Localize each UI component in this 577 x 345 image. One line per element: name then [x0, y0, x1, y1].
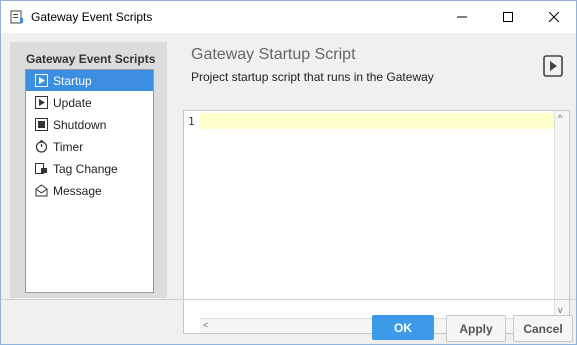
line-number: 1 — [188, 115, 195, 128]
gateway-event-scripts-window: Gateway Event Scripts Gateway Event Scri… — [0, 0, 577, 345]
close-icon — [549, 12, 559, 22]
tag-change-icon — [35, 163, 47, 174]
run-script-icon[interactable] — [543, 54, 563, 78]
minimize-icon — [457, 16, 467, 18]
app-icon — [10, 10, 23, 24]
script-type-panel: Gateway Event Scripts Startup Update Shu… — [10, 42, 167, 298]
list-item-label: Message — [53, 183, 102, 198]
script-icon — [35, 74, 48, 87]
list-item-label: Shutdown — [53, 117, 107, 132]
current-line-highlight — [200, 113, 556, 129]
timer-icon — [35, 140, 48, 153]
list-item-update[interactable]: Update — [26, 92, 153, 113]
ok-button[interactable]: OK — [372, 315, 434, 340]
script-title: Gateway Startup Script — [191, 46, 356, 63]
list-item-label: Tag Change — [53, 161, 118, 176]
maximize-icon — [503, 12, 513, 22]
list-item-label: Update — [53, 95, 92, 110]
list-item-label: Startup — [53, 73, 92, 88]
script-editor-panel: Gateway Startup Script Project startup s… — [167, 42, 572, 334]
scroll-up-icon[interactable]: ^ — [558, 113, 562, 123]
apply-button[interactable]: Apply — [446, 315, 506, 342]
cancel-button[interactable]: Cancel — [513, 315, 573, 342]
footer-divider — [1, 299, 576, 300]
title-bar: Gateway Event Scripts — [1, 1, 576, 33]
script-type-list: Startup Update Shutdown Timer Tag Change… — [25, 69, 154, 293]
vertical-scrollbar[interactable]: ^ v — [554, 111, 569, 317]
maximize-button[interactable] — [485, 1, 531, 33]
script-description: Project startup script that runs in the … — [191, 70, 434, 84]
window-title: Gateway Event Scripts — [31, 10, 153, 24]
list-item-label: Timer — [53, 139, 84, 154]
script-icon — [35, 118, 48, 131]
code-editor[interactable]: 1 ^ v < > — [183, 110, 570, 334]
list-item-message[interactable]: Message — [26, 180, 153, 201]
minimize-button[interactable] — [439, 1, 485, 33]
message-icon — [35, 184, 48, 197]
close-button[interactable] — [531, 1, 577, 33]
list-item-shutdown[interactable]: Shutdown — [26, 114, 153, 135]
list-item-startup[interactable]: Startup — [26, 70, 153, 91]
script-icon — [35, 96, 48, 109]
line-gutter: 1 — [184, 111, 200, 317]
scroll-left-icon[interactable]: < — [203, 320, 208, 330]
list-item-timer[interactable]: Timer — [26, 136, 153, 157]
list-item-tag-change[interactable]: Tag Change — [26, 158, 153, 179]
scroll-down-icon[interactable]: v — [558, 305, 563, 315]
panel-header: Gateway Event Scripts — [26, 52, 156, 66]
